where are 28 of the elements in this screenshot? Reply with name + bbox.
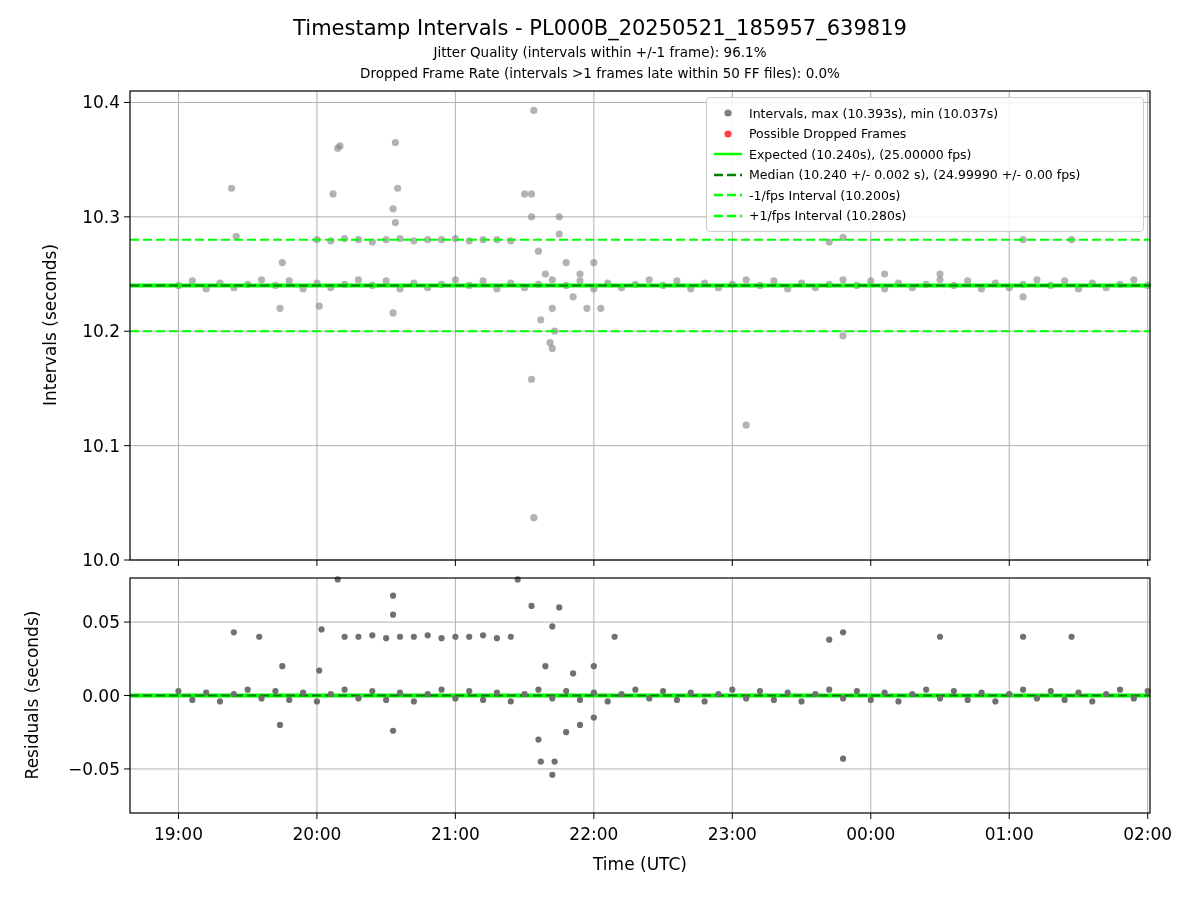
axis-tick-label: 02:00 — [1123, 824, 1173, 844]
axis-tick-label: 20:00 — [292, 824, 342, 844]
legend-label: Possible Dropped Frames — [749, 126, 907, 142]
chart-title: Timestamp Intervals - PL000B_20250521_185957_639819 — [293, 15, 907, 42]
axis-tick-label: 10.0 — [82, 550, 120, 568]
axis-tick-label: 0.05 — [82, 612, 120, 633]
axis-tick-label: 10.2 — [82, 321, 120, 342]
legend-label: Intervals, max (10.393s), min (10.037s) — [749, 105, 999, 121]
axis-label: Time (UTC) — [593, 854, 687, 874]
axis-label: Residuals (seconds) — [22, 610, 42, 780]
axis-tick-label: 01:00 — [984, 824, 1034, 844]
axis-tick-label: 10.4 — [82, 92, 120, 113]
chart-subtitle: Dropped Frame Rate (intervals >1 frames late within 50 FF files): 0.0% — [360, 64, 840, 83]
axis-label: Intervals (seconds) — [40, 243, 60, 407]
axis-tick-label: −0.05 — [67, 758, 120, 779]
legend-label: -1/fps Interval (10.200s) — [749, 187, 901, 203]
axis-tick-label: 00:00 — [846, 824, 896, 844]
chart-subtitle: Jitter Quality (intervals within +/-1 frame): 96.1% — [433, 43, 767, 62]
axis-tick-label: 21:00 — [430, 824, 480, 844]
legend-label: Median (10.240 +/- 0.002 s), (24.99990 +/- 0.00 fps) — [749, 167, 1081, 183]
axis-tick-label: 19:00 — [153, 824, 203, 844]
legend-label: Expected (10.240s), (25.00000 fps) — [749, 146, 972, 162]
axis-tick-label: 0.00 — [82, 685, 120, 706]
legend-label: +1/fps Interval (10.280s) — [749, 208, 907, 224]
axis-tick-label: 10.1 — [82, 435, 120, 456]
axis-tick-label: 22:00 — [569, 824, 619, 844]
axis-tick-label: 23:00 — [707, 824, 757, 844]
axis-tick-label: 10.3 — [82, 206, 120, 227]
